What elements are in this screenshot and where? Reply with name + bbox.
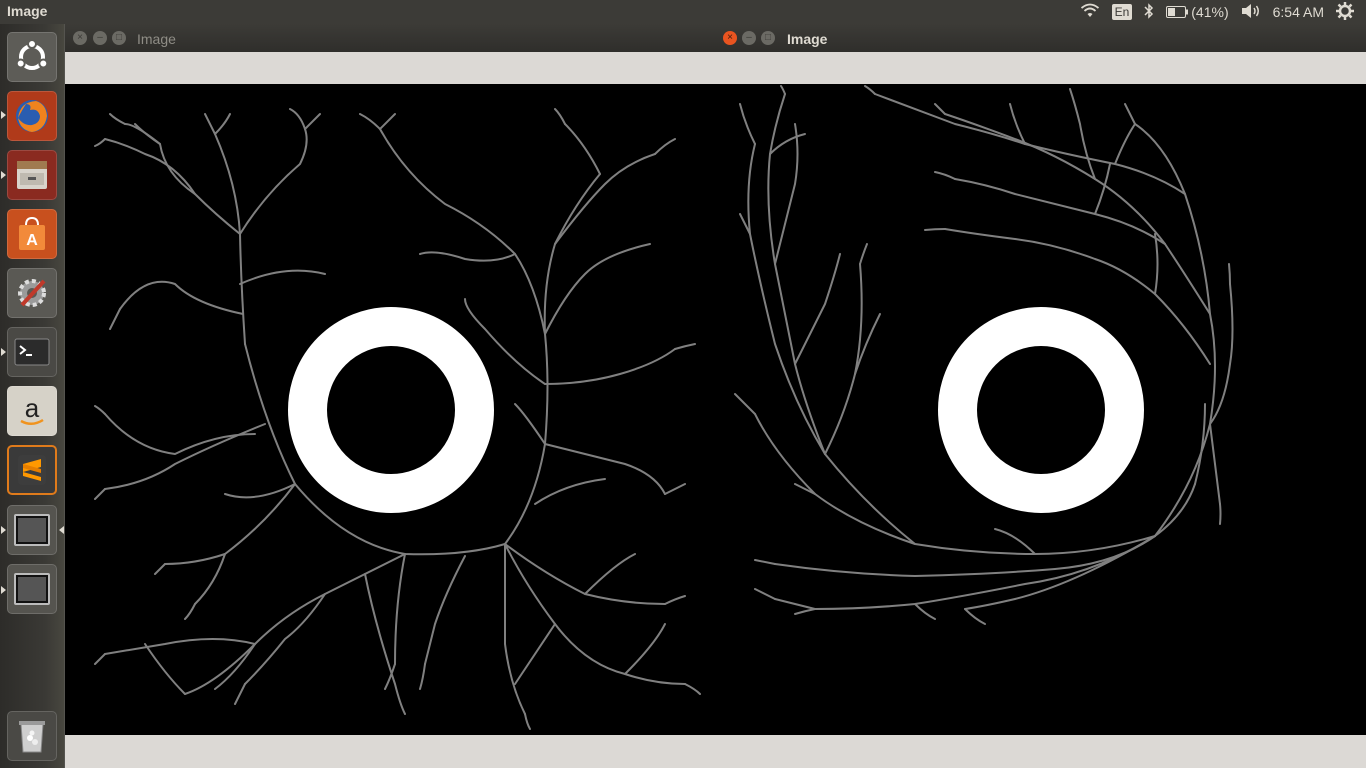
launcher-image-window-1[interactable] <box>7 505 57 555</box>
launcher: A a <box>0 24 65 768</box>
svg-text:a: a <box>25 393 40 423</box>
launcher-system-settings[interactable] <box>7 268 57 318</box>
close-icon[interactable]: × <box>723 31 737 45</box>
close-icon[interactable]: × <box>73 31 87 45</box>
window-statusbar <box>715 735 1366 768</box>
fractal-branches <box>94 108 701 730</box>
window-titlebar[interactable]: × – □ Image <box>65 24 715 52</box>
gear-wrench-icon <box>18 279 46 307</box>
launcher-terminal[interactable] <box>7 327 57 377</box>
battery-indicator[interactable]: (41%) <box>1166 4 1229 20</box>
wifi-icon[interactable] <box>1080 3 1100 22</box>
bluetooth-icon[interactable] <box>1144 2 1154 22</box>
trash-icon <box>19 721 45 753</box>
system-tray: En (41%) 6:54 AM <box>1080 0 1366 24</box>
window-title: Image <box>137 31 176 47</box>
file-cabinet-icon <box>17 161 47 189</box>
launcher-software-center[interactable]: A <box>7 209 57 259</box>
launcher-firefox[interactable] <box>7 91 57 141</box>
launcher-trash[interactable] <box>7 711 57 761</box>
image-window-right: × – □ Image <box>715 24 1366 768</box>
window-titlebar[interactable]: × – □ Image <box>715 24 1366 52</box>
volume-icon[interactable] <box>1241 3 1261 22</box>
battery-icon <box>1166 6 1189 18</box>
shopping-bag-icon: A <box>19 216 45 250</box>
terminal-icon <box>14 338 50 366</box>
amazon-icon: a <box>20 393 44 425</box>
battery-percent: (41%) <box>1191 4 1229 20</box>
image-canvas <box>65 84 715 735</box>
minimize-icon[interactable]: – <box>93 31 107 45</box>
white-ring <box>938 307 1144 513</box>
image-window-left: × – □ Image <box>65 24 715 768</box>
launcher-image-window-2[interactable] <box>7 564 57 614</box>
window-title: Image <box>787 31 828 47</box>
minimize-icon[interactable]: – <box>742 31 756 45</box>
launcher-amazon[interactable]: a <box>7 386 57 436</box>
maximize-icon[interactable]: □ <box>761 31 775 45</box>
firefox-icon <box>16 100 48 132</box>
generic-window-icon <box>14 573 50 605</box>
launcher-files[interactable] <box>7 150 57 200</box>
generic-window-icon <box>14 514 50 546</box>
active-app-title: Image <box>7 3 48 19</box>
session-gear-icon[interactable] <box>1336 1 1354 23</box>
keyboard-language-indicator[interactable]: En <box>1111 4 1133 20</box>
sublime-icon <box>18 455 46 485</box>
window-toolbar <box>65 52 715 84</box>
svg-text:A: A <box>26 232 38 249</box>
white-ring <box>288 307 494 513</box>
clock[interactable]: 6:54 AM <box>1273 4 1324 20</box>
maximize-icon[interactable]: □ <box>112 31 126 45</box>
image-canvas <box>715 84 1366 735</box>
top-panel: Image En (41%) 6:54 AM <box>0 0 1366 24</box>
launcher-sublime-text[interactable] <box>7 445 57 495</box>
launcher-ubuntu-dash[interactable] <box>7 32 57 82</box>
window-toolbar <box>715 52 1366 84</box>
ubuntu-logo-icon <box>15 39 49 70</box>
window-statusbar <box>65 735 715 768</box>
